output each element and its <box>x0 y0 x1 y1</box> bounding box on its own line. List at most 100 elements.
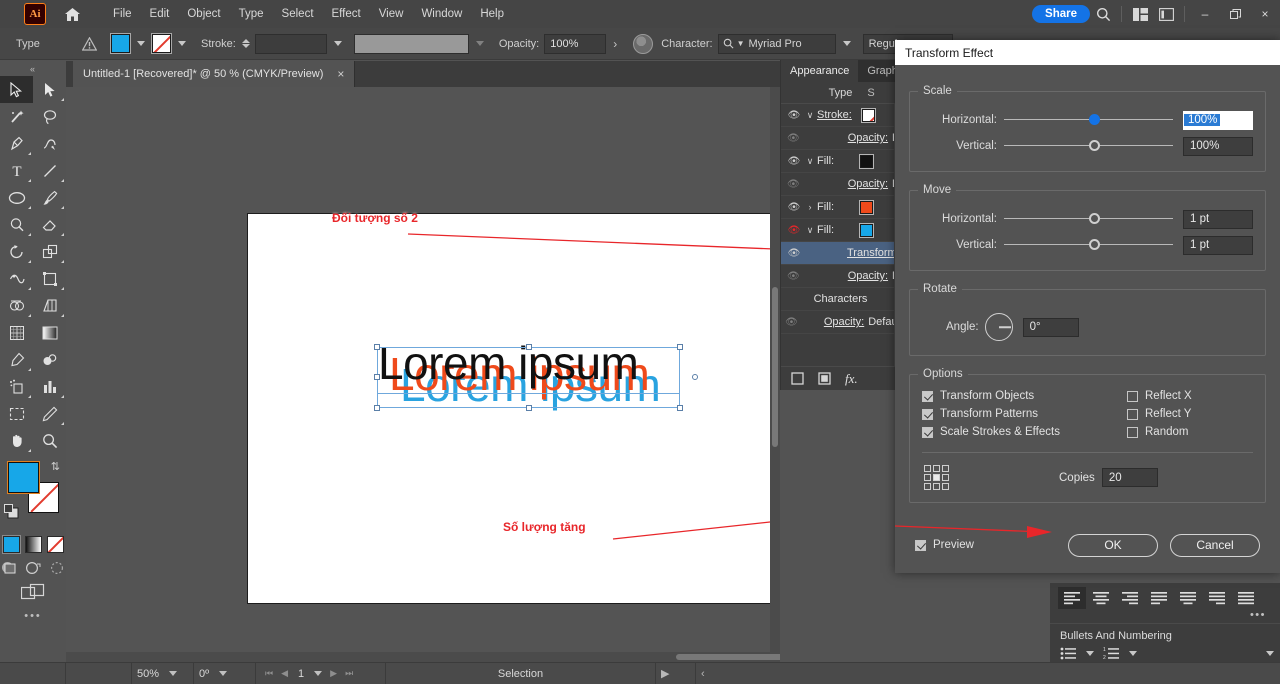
status-bar-play-icon[interactable]: ▶ <box>656 663 696 684</box>
scale-horizontal-field[interactable]: 100% <box>1183 111 1253 130</box>
search-icon[interactable] <box>1090 0 1116 28</box>
document-tab[interactable]: Untitled-1 [Recovered]* @ 50 % (CMYK/Pre… <box>73 61 355 87</box>
next-artboard-icon[interactable]: ▶ <box>330 668 337 679</box>
stroke-swatch-dropdown-icon[interactable] <box>178 41 186 46</box>
handle-bottom-left[interactable] <box>374 405 380 411</box>
justify-all-button[interactable] <box>1232 587 1260 609</box>
shape-builder-tool[interactable] <box>0 292 33 319</box>
stroke-weight-stepper[interactable] <box>242 39 250 48</box>
scale-vertical-field[interactable]: 100% <box>1183 137 1253 156</box>
justify-last-left-button[interactable] <box>1145 587 1173 609</box>
justify-last-right-button[interactable] <box>1203 587 1231 609</box>
stroke-profile-dropdown-icon[interactable] <box>476 41 484 46</box>
chevron-right-icon[interactable]: › <box>613 37 617 51</box>
fill-black-opacity-row[interactable]: 👁 Opacity: D <box>781 173 900 196</box>
fill-orange-swatch[interactable] <box>860 201 873 214</box>
workspace-switcher-icon[interactable] <box>1153 0 1179 28</box>
move-vertical-field[interactable]: 1 pt <box>1183 236 1253 255</box>
chevron-down-icon[interactable]: ∨ <box>803 156 817 167</box>
menu-object[interactable]: Object <box>178 4 229 24</box>
bulleted-list-icon[interactable] <box>1060 647 1077 660</box>
lasso-tool[interactable] <box>33 103 66 130</box>
symbol-sprayer-tool[interactable] <box>0 373 33 400</box>
artboard-navigator[interactable]: ⏮ ◀ 1 ▶ ⏭ <box>256 663 386 684</box>
rotate-tool[interactable] <box>0 238 33 265</box>
align-left-button[interactable] <box>1058 587 1086 609</box>
move-horizontal-field[interactable]: 1 pt <box>1183 210 1253 229</box>
fill-swatch-dropdown-icon[interactable] <box>137 41 145 46</box>
menu-file[interactable]: File <box>104 4 141 24</box>
pen-tool[interactable] <box>0 130 33 157</box>
toolbar-fill-swatch[interactable] <box>8 462 39 493</box>
move-horizontal-slider[interactable] <box>1004 212 1173 226</box>
minimize-button[interactable]: – <box>1190 0 1220 28</box>
canvas-vertical-scrollbar[interactable] <box>770 87 780 662</box>
last-artboard-icon[interactable]: ⏭ <box>345 668 353 679</box>
gradient-tool[interactable] <box>33 319 66 346</box>
maximize-button[interactable] <box>1220 0 1250 28</box>
angle-dial[interactable] <box>985 313 1013 341</box>
opacity-field[interactable]: 100% <box>544 34 606 54</box>
fill-orange-row[interactable]: 👁 › Fill: <box>781 196 900 219</box>
free-transform-tool[interactable] <box>33 265 66 292</box>
none-mode[interactable] <box>47 536 64 553</box>
arrange-documents-icon[interactable] <box>1127 0 1153 28</box>
menu-effect[interactable]: Effect <box>323 4 370 24</box>
zoom-level-field[interactable]: 50% <box>132 663 194 684</box>
paintbrush-tool[interactable] <box>33 184 66 211</box>
menu-edit[interactable]: Edit <box>141 4 179 24</box>
home-icon[interactable] <box>62 4 82 24</box>
stroke-opacity-row[interactable]: 👁 Opacity: D <box>781 127 900 150</box>
stroke-weight-field[interactable] <box>255 34 327 54</box>
fill-cyan-swatch[interactable] <box>860 224 873 237</box>
transform-anchor-grid[interactable] <box>924 465 949 490</box>
previous-artboard-icon[interactable]: ◀ <box>281 668 288 679</box>
reflect-x-checkbox[interactable]: Reflect X <box>1127 390 1253 402</box>
default-fill-stroke-icon[interactable] <box>4 504 19 519</box>
perspective-grid-tool[interactable] <box>33 292 66 319</box>
stroke-profile-field[interactable] <box>354 34 469 54</box>
font-family-dropdown-icon[interactable] <box>843 41 851 46</box>
scale-tool[interactable] <box>33 238 66 265</box>
visibility-eye-icon[interactable]: 👁 <box>785 202 803 213</box>
handle-middle-right[interactable] <box>692 374 698 380</box>
chevron-down-icon[interactable]: ∨ <box>803 110 817 121</box>
fill-cyan-row[interactable]: 👁 ∨ Fill: <box>781 219 900 242</box>
visibility-eye-icon[interactable]: 👁 <box>785 317 798 328</box>
add-new-fill-icon[interactable] <box>818 372 831 385</box>
preview-checkbox[interactable]: Preview <box>915 539 974 551</box>
add-new-stroke-icon[interactable] <box>791 372 804 385</box>
swap-fill-stroke-icon[interactable]: ⇅ <box>51 460 60 473</box>
menu-view[interactable]: View <box>370 4 413 24</box>
magic-wand-tool[interactable] <box>0 103 33 130</box>
stroke-swatch[interactable] <box>862 109 875 122</box>
characters-row[interactable]: Characters <box>781 288 900 311</box>
scale-strokes-effects-checkbox[interactable]: Scale Strokes & Effects <box>922 426 1127 438</box>
ellipse-tool[interactable] <box>0 184 33 211</box>
collapse-toolbar-icon[interactable]: « <box>0 62 66 76</box>
canvas-horizontal-scrollbar[interactable] <box>66 652 780 662</box>
hand-tool[interactable] <box>0 427 33 454</box>
draw-behind-mode[interactable] <box>25 561 41 575</box>
shaper-tool[interactable] <box>0 211 33 238</box>
tab-appearance[interactable]: Appearance <box>781 60 858 82</box>
menu-window[interactable]: Window <box>412 4 471 24</box>
align-center-button[interactable] <box>1087 587 1115 609</box>
chevron-down-icon[interactable]: ∨ <box>803 225 817 236</box>
scale-vertical-slider[interactable] <box>1004 139 1173 153</box>
ok-button[interactable]: OK <box>1068 534 1158 557</box>
column-graph-tool[interactable] <box>33 373 66 400</box>
random-checkbox[interactable]: Random <box>1127 426 1253 438</box>
handle-top-left[interactable] <box>374 344 380 350</box>
characters-opacity-row[interactable]: 👁 Opacity: Defaul <box>781 311 900 334</box>
text-object[interactable]: Lorem ipsum Lorem ipsum Lorem ipsum <box>378 335 708 407</box>
character-panel-icon[interactable] <box>633 34 653 54</box>
visibility-eye-icon[interactable]: 👁 <box>785 156 803 167</box>
stroke-weight-dropdown-icon[interactable] <box>334 41 342 46</box>
fill-cyan-opacity-row[interactable]: 👁 Opacity: D <box>781 265 900 288</box>
rotation-dropdown-icon[interactable] <box>219 671 227 676</box>
handle-middle-left[interactable] <box>374 374 380 380</box>
chevron-right-icon[interactable]: › <box>803 202 817 212</box>
status-bar-expand-icon[interactable]: ‹ <box>696 663 710 684</box>
gradient-mode[interactable] <box>25 536 42 553</box>
